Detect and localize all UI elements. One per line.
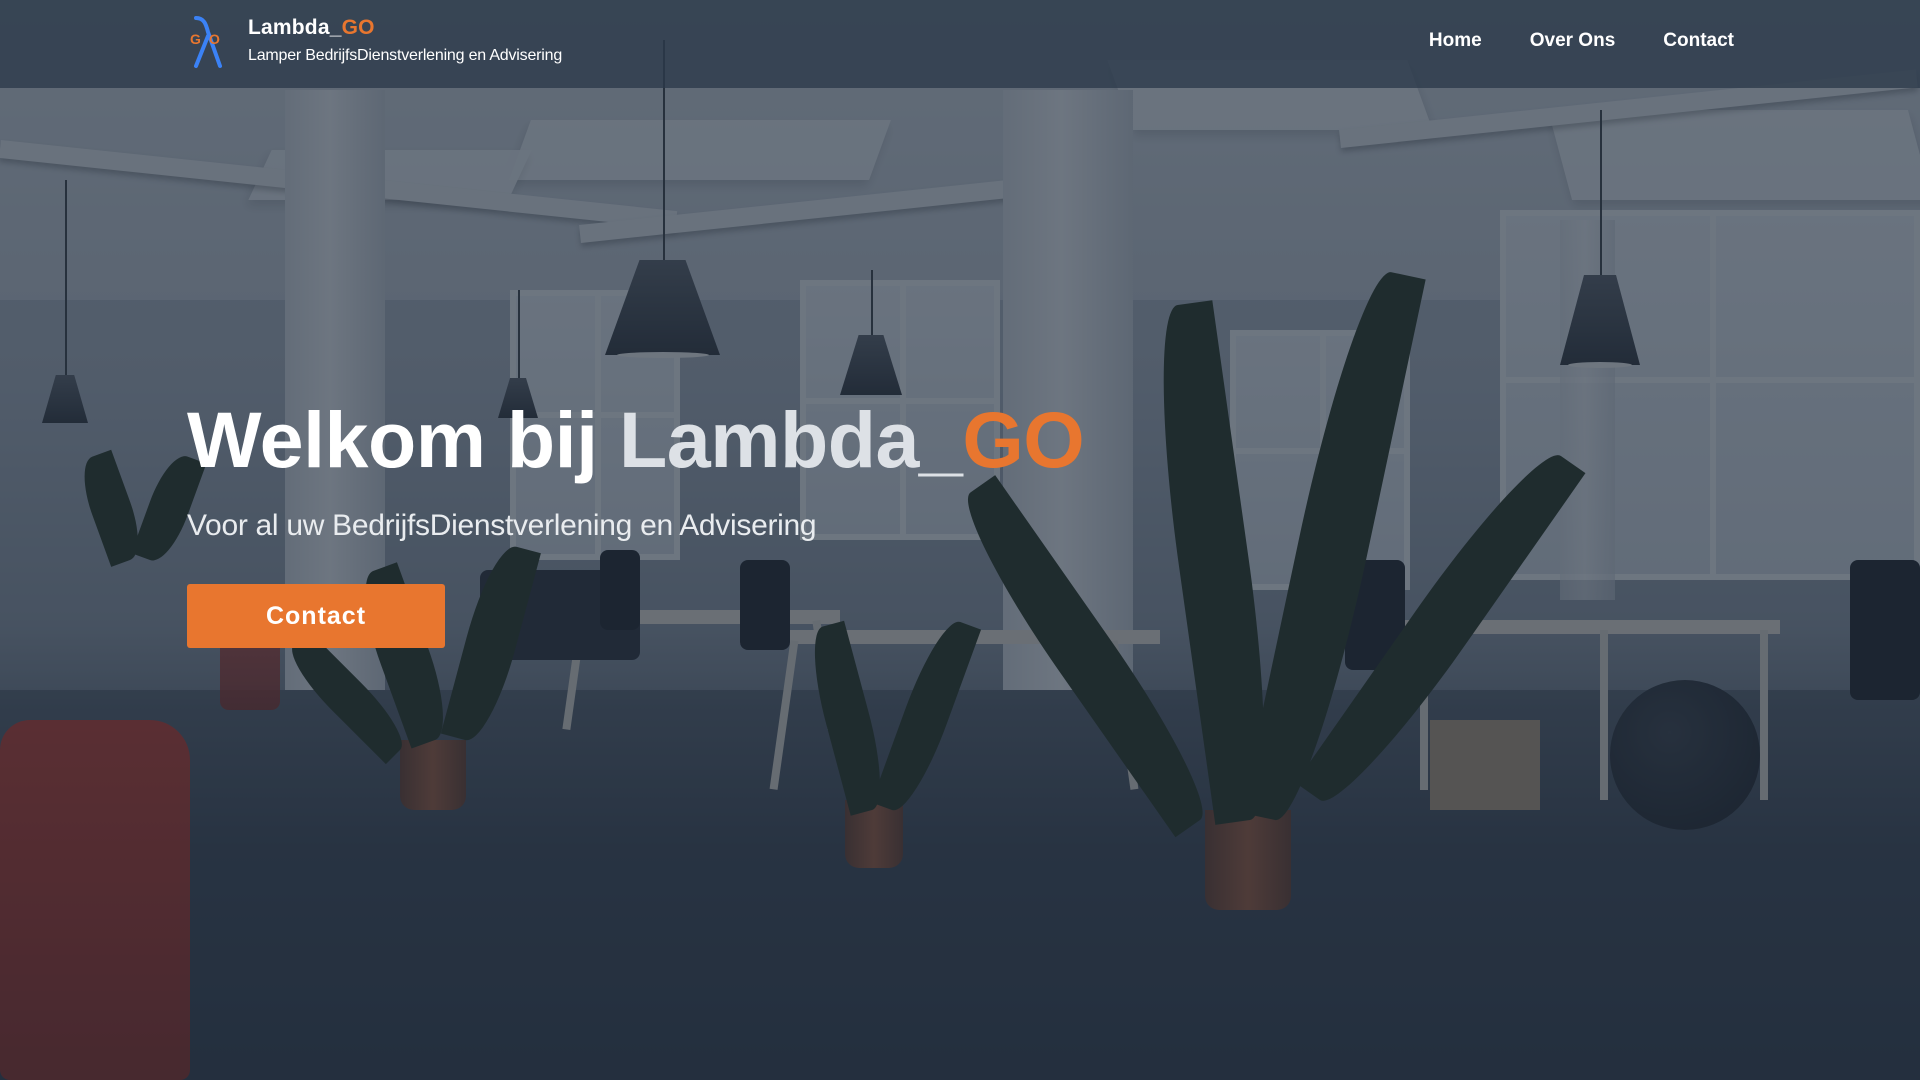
hero-subtitle: Voor al uw BedrijfsDienstverlening en Ad… — [187, 509, 817, 542]
main-nav: Home Over Ons Contact — [1429, 30, 1734, 52]
brand-tagline: Lamper BedrijfsDienstverlening en Advise… — [248, 47, 563, 64]
site-header: G O Lambda_GO Lamper BedrijfsDienstverle… — [0, 0, 1920, 88]
svg-text:O: O — [209, 31, 220, 47]
hero-title: Welkom bij Lambda_GO — [187, 395, 1085, 484]
brand-name: Lambda_GO — [248, 16, 375, 39]
hero-content: Welkom bij Lambda_GO Voor al uw Bedrijfs… — [187, 395, 1085, 648]
lambda-go-logo-icon: G O — [188, 14, 228, 70]
contact-button[interactable]: Contact — [187, 584, 445, 648]
nav-contact-link[interactable]: Contact — [1663, 30, 1734, 52]
brand[interactable]: G O Lambda_GO Lamper BedrijfsDienstverle… — [188, 14, 562, 70]
svg-text:G: G — [190, 31, 201, 47]
nav-home-link[interactable]: Home — [1429, 30, 1482, 52]
nav-about-link[interactable]: Over Ons — [1530, 30, 1616, 52]
